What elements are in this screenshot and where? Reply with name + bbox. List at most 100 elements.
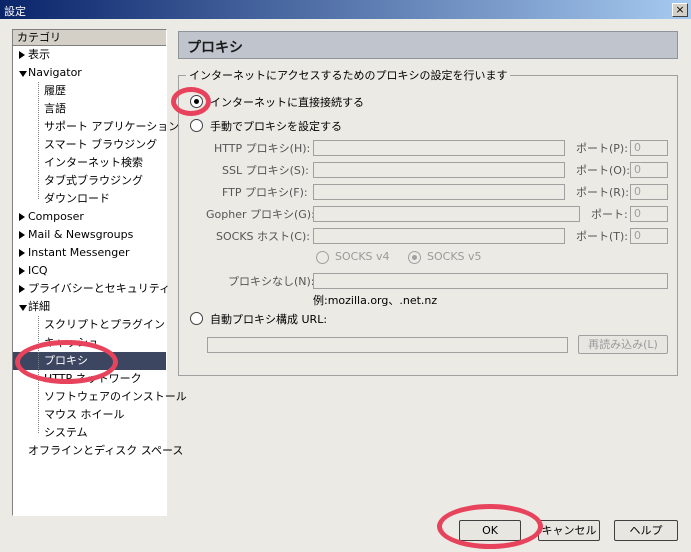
sidebar-item-label: Navigator <box>28 66 82 79</box>
twisty-closed-icon[interactable] <box>19 51 25 59</box>
sidebar-item-label: ソフトウェアのインストール <box>44 390 187 403</box>
panel-header: プロキシ <box>178 31 678 59</box>
gopher-port-label: ポート: <box>591 208 628 221</box>
twisty-closed-icon[interactable] <box>19 285 25 293</box>
reload-button[interactable]: 再読み込み(L) <box>578 335 668 354</box>
window-title: 設定 <box>4 5 26 18</box>
sidebar-item-label: プライバシーとセキュリティ <box>28 282 171 295</box>
socks-port-label: ポート(T): <box>576 230 629 243</box>
sidebar-item[interactable]: 履歴 <box>13 82 166 100</box>
ftp-proxy-label: FTP プロキシ(F): <box>222 186 308 199</box>
sidebar-item[interactable]: Composer <box>13 208 166 226</box>
manual-proxy-label[interactable]: 手動でプロキシを設定する <box>210 118 342 134</box>
sidebar-item[interactable]: スマート ブラウジング <box>13 136 166 154</box>
sidebar-item-label: オフラインとディスク スペース <box>28 444 184 457</box>
sidebar-item[interactable]: オフラインとディスク スペース <box>13 442 183 460</box>
sidebar-item-label: スマート ブラウジング <box>44 138 158 151</box>
cancel-button[interactable]: キャンセル <box>538 520 600 541</box>
sidebar-item-label: Instant Messenger <box>28 246 130 259</box>
sidebar-item-label: 表示 <box>28 48 50 61</box>
socks-host-label: SOCKS ホスト(C): <box>216 230 310 243</box>
gopher-proxy-input[interactable] <box>313 206 580 222</box>
socks-host-input[interactable] <box>313 228 565 244</box>
ssl-proxy-input[interactable] <box>313 162 565 178</box>
auto-proxy-url-input[interactable] <box>207 337 568 353</box>
ftp-port-input[interactable]: 0 <box>630 184 668 200</box>
socks-port-input[interactable]: 0 <box>630 228 668 244</box>
sidebar-item-label: Composer <box>28 210 84 223</box>
sidebar-item-label: ダウンロード <box>44 192 110 205</box>
ssl-port-input[interactable]: 0 <box>630 162 668 178</box>
ftp-proxy-input[interactable] <box>313 184 565 200</box>
sidebar-item[interactable]: システム <box>13 424 166 442</box>
ok-button[interactable]: OK <box>459 520 521 541</box>
sidebar-item[interactable]: タブ式ブラウジング <box>13 172 166 190</box>
socks-v4-radio[interactable] <box>316 251 329 264</box>
ssl-port-label: ポート(O): <box>576 164 630 177</box>
sidebar-item-label: システム <box>44 426 88 439</box>
http-proxy-input[interactable] <box>313 140 565 156</box>
gopher-proxy-label: Gopher プロキシ(G): <box>206 208 315 221</box>
twisty-closed-icon[interactable] <box>19 231 25 239</box>
sidebar-item-label: スクリプトとプラグイン <box>44 318 165 331</box>
no-proxy-input[interactable] <box>313 273 668 289</box>
tree-guide-line <box>38 316 39 433</box>
sidebar-item[interactable]: Navigator <box>13 64 166 82</box>
auto-proxy-label[interactable]: 自動プロキシ構成 URL: <box>210 311 327 327</box>
direct-connection-radio[interactable] <box>190 95 203 108</box>
twisty-closed-icon[interactable] <box>19 249 25 257</box>
sidebar-item[interactable]: キャッシュ <box>13 334 166 352</box>
socks-v5-label: SOCKS v5 <box>427 250 482 263</box>
no-proxy-example: 例:mozilla.org、.net.nz <box>313 294 438 307</box>
sidebar-item[interactable]: ICQ <box>13 262 166 280</box>
sidebar-item-label: ICQ <box>28 264 48 277</box>
sidebar-item-label: タブ式ブラウジング <box>44 174 143 187</box>
socks-v5-radio[interactable] <box>408 251 421 264</box>
title-bar: 設定 × <box>0 0 691 19</box>
sidebar-item[interactable]: プライバシーとセキュリティ <box>13 280 170 298</box>
sidebar-item[interactable]: プロキシ <box>13 352 166 370</box>
twisty-open-icon[interactable] <box>19 71 27 77</box>
http-proxy-label: HTTP プロキシ(H): <box>214 142 311 155</box>
sidebar-item-label: インターネット検索 <box>44 156 143 169</box>
twisty-open-icon[interactable] <box>19 305 27 311</box>
socks-v4-label: SOCKS v4 <box>335 250 390 263</box>
sidebar-item-label: 言語 <box>44 102 66 115</box>
ssl-proxy-label: SSL プロキシ(S): <box>222 164 309 177</box>
panel-title: プロキシ <box>187 40 243 56</box>
gopher-port-input[interactable]: 0 <box>630 206 668 222</box>
sidebar-item[interactable]: 言語 <box>13 100 166 118</box>
manual-proxy-radio[interactable] <box>190 119 203 132</box>
twisty-closed-icon[interactable] <box>19 213 25 221</box>
sidebar-item-label: マウス ホイール <box>44 408 125 421</box>
sidebar-item-label: 詳細 <box>28 300 50 313</box>
sidebar-item[interactable]: スクリプトとプラグイン <box>13 316 166 334</box>
sidebar-item[interactable]: ダウンロード <box>13 190 166 208</box>
sidebar-item-label: サポート アプリケーション <box>44 120 180 133</box>
close-button[interactable]: × <box>672 3 688 17</box>
sidebar-item[interactable]: Instant Messenger <box>13 244 166 262</box>
direct-connection-label[interactable]: インターネットに直接接続する <box>210 94 364 110</box>
dialog-body: カテゴリ 表示 Navigator 履歴 言語 サポート アプリケーション スマート ブラ… <box>0 19 691 552</box>
sidebar-item-label: キャッシュ <box>44 336 99 349</box>
sidebar-item[interactable]: 表示 <box>13 46 166 64</box>
category-sidebar: カテゴリ 表示 Navigator 履歴 言語 サポート アプリケーション スマート ブラ… <box>12 29 187 516</box>
sidebar-item-label: 履歴 <box>44 84 66 97</box>
sidebar-item[interactable]: HTTP ネットワーク <box>13 370 166 388</box>
sidebar-item-label: プロキシ <box>44 354 88 367</box>
help-button[interactable]: ヘルプ <box>614 520 678 541</box>
twisty-closed-icon[interactable] <box>19 267 25 275</box>
group-label: インターネットにアクセスするためのプロキシの設定を行います <box>186 67 511 83</box>
no-proxy-label: プロキシなし(N): <box>228 275 315 288</box>
sidebar-item-label: HTTP ネットワーク <box>44 372 142 385</box>
http-port-label: ポート(P): <box>576 142 628 155</box>
sidebar-item[interactable]: Mail & Newsgroups <box>13 226 166 244</box>
sidebar-item[interactable]: ソフトウェアのインストール <box>13 388 187 406</box>
sidebar-item[interactable]: サポート アプリケーション <box>13 118 179 136</box>
ftp-port-label: ポート(R): <box>576 186 629 199</box>
sidebar-item[interactable]: 詳細 <box>13 298 166 316</box>
http-port-input[interactable]: 0 <box>630 140 668 156</box>
sidebar-item[interactable]: インターネット検索 <box>13 154 166 172</box>
auto-proxy-radio[interactable] <box>190 312 203 325</box>
sidebar-item[interactable]: マウス ホイール <box>13 406 166 424</box>
